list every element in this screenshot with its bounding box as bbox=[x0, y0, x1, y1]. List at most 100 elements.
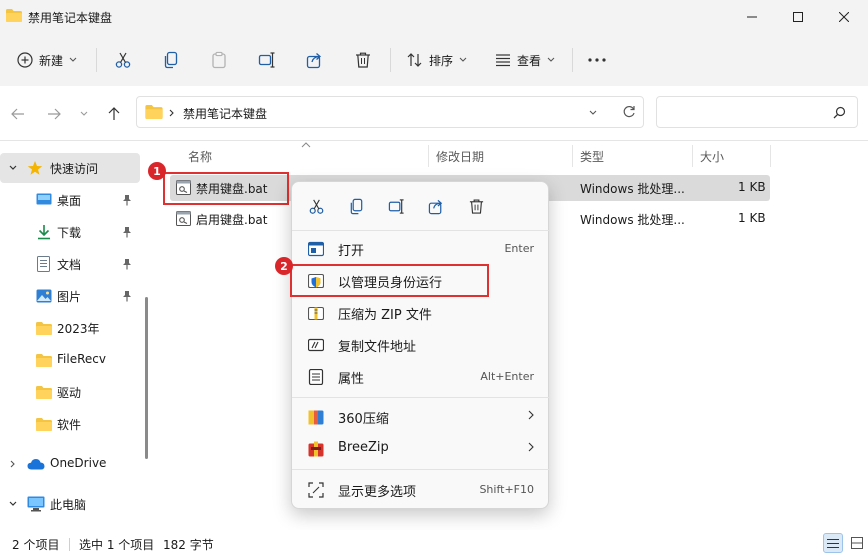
pin-icon bbox=[123, 259, 131, 270]
sidebar-label: 桌面 bbox=[57, 194, 82, 208]
sidebar-item-desktop[interactable]: 桌面 bbox=[0, 185, 140, 215]
sidebar-label: FileRecv bbox=[57, 352, 106, 366]
context-delete-button[interactable] bbox=[464, 194, 488, 218]
chevron-down-icon[interactable] bbox=[589, 110, 597, 116]
column-name-label: 名称 bbox=[188, 149, 213, 164]
menu-item-copy-path[interactable]: 复制文件地址 bbox=[296, 330, 546, 360]
sidebar-item-downloads[interactable]: 下载 bbox=[0, 217, 140, 247]
chevron-down-icon bbox=[459, 57, 467, 62]
sort-button[interactable]: 排序 bbox=[402, 44, 472, 76]
context-cut-button[interactable] bbox=[304, 194, 328, 218]
column-divider[interactable] bbox=[770, 145, 771, 167]
pin-icon bbox=[123, 227, 131, 238]
copy-button[interactable] bbox=[158, 44, 184, 76]
status-bytes: 182 字节 bbox=[163, 538, 214, 552]
recent-locations-button[interactable] bbox=[74, 104, 94, 124]
sidebar-item-2023[interactable]: 2023年 bbox=[0, 313, 140, 343]
clipboard-icon bbox=[212, 51, 226, 69]
rename-icon bbox=[258, 52, 275, 68]
sidebar-item-quick-access[interactable]: 快速访问 bbox=[0, 153, 140, 183]
new-button[interactable]: 新建 bbox=[14, 44, 80, 76]
sort-icon bbox=[407, 53, 422, 67]
folder-icon bbox=[6, 9, 22, 22]
menu-item-breezip[interactable]: BreeZip bbox=[296, 434, 546, 464]
arrow-right-icon bbox=[48, 108, 61, 120]
column-divider[interactable] bbox=[428, 145, 429, 167]
context-rename-button[interactable] bbox=[384, 194, 408, 218]
column-divider[interactable] bbox=[692, 145, 693, 167]
up-button[interactable] bbox=[104, 104, 124, 124]
maximize-button[interactable] bbox=[775, 0, 821, 34]
sidebar-item-this-pc[interactable]: 此电脑 bbox=[0, 489, 140, 519]
sidebar-item-drivers[interactable]: 驱动 bbox=[0, 377, 140, 407]
zip-folder-icon bbox=[308, 306, 324, 321]
chevron-down-icon[interactable] bbox=[9, 165, 17, 171]
minimize-button[interactable] bbox=[729, 0, 775, 34]
sidebar-item-pictures[interactable]: 图片 bbox=[0, 281, 140, 311]
step-badge: 1 bbox=[148, 162, 166, 180]
details-view-icon bbox=[827, 538, 839, 548]
pictures-icon bbox=[36, 289, 52, 303]
view-button[interactable]: 查看 bbox=[490, 44, 560, 76]
context-copy-button[interactable] bbox=[344, 194, 368, 218]
chevron-down-icon bbox=[80, 111, 88, 116]
toolbar-divider bbox=[572, 48, 573, 72]
refresh-icon[interactable] bbox=[622, 105, 636, 119]
column-divider[interactable] bbox=[572, 145, 573, 167]
document-icon bbox=[37, 256, 50, 272]
share-icon bbox=[428, 199, 442, 214]
rename-button[interactable] bbox=[254, 44, 280, 76]
open-window-icon bbox=[308, 241, 324, 257]
arrow-left-icon bbox=[11, 108, 24, 120]
menu-item-compress-zip[interactable]: 压缩为 ZIP 文件 bbox=[296, 298, 546, 328]
menu-item-open[interactable]: 打开 Enter bbox=[296, 234, 546, 264]
navigation-pane: 快速访问 桌面 下载 文档 图片 2023年 FileRecv 驱动 软件 On… bbox=[0, 142, 150, 530]
sidebar-item-documents[interactable]: 文档 bbox=[0, 249, 140, 279]
pin-icon bbox=[123, 291, 131, 302]
column-header-type[interactable]: 类型 bbox=[580, 142, 604, 170]
menu-item-show-more-options[interactable]: 显示更多选项 Shift+F10 bbox=[296, 475, 546, 505]
sidebar-item-software[interactable]: 软件 bbox=[0, 409, 140, 439]
sidebar-item-filerecv[interactable]: FileRecv bbox=[0, 345, 140, 375]
more-button[interactable] bbox=[584, 44, 610, 76]
back-button[interactable] bbox=[8, 104, 28, 124]
cut-button[interactable] bbox=[110, 44, 136, 76]
sidebar-item-onedrive[interactable]: OneDrive bbox=[0, 449, 140, 479]
forward-button[interactable] bbox=[44, 104, 64, 124]
archive-360-icon bbox=[308, 410, 324, 425]
chevron-down-icon bbox=[69, 57, 77, 62]
column-header-size[interactable]: 大小 bbox=[700, 142, 724, 170]
chevron-right-icon[interactable] bbox=[10, 460, 16, 468]
sort-ascending-icon bbox=[301, 142, 311, 148]
column-header-name[interactable]: 名称 bbox=[188, 142, 212, 170]
close-button[interactable] bbox=[821, 0, 867, 34]
menu-divider bbox=[292, 230, 550, 231]
menu-item-properties[interactable]: 属性 Alt+Enter bbox=[296, 362, 546, 392]
copy-path-icon bbox=[308, 338, 324, 352]
command-bar: 新建 排序 查看 bbox=[0, 34, 868, 86]
address-path[interactable]: 禁用笔记本键盘 bbox=[183, 105, 267, 122]
file-type: Windows 批处理... bbox=[580, 182, 685, 196]
search-box[interactable] bbox=[656, 96, 858, 128]
context-quick-actions bbox=[292, 182, 550, 230]
delete-button[interactable] bbox=[350, 44, 376, 76]
tiles-view-button[interactable] bbox=[847, 533, 867, 553]
sidebar-scrollbar[interactable] bbox=[145, 297, 148, 459]
expand-icon bbox=[308, 482, 324, 498]
breezip-icon bbox=[308, 441, 324, 457]
menu-item-360zip[interactable]: 360压缩 bbox=[296, 402, 546, 432]
details-view-button[interactable] bbox=[823, 533, 843, 553]
cloud-icon bbox=[27, 459, 45, 470]
sidebar-label: 此电脑 bbox=[50, 498, 87, 512]
chevron-down-icon bbox=[547, 57, 555, 62]
search-icon bbox=[833, 106, 846, 119]
column-header-modified[interactable]: 修改日期 bbox=[436, 142, 484, 170]
address-bar[interactable]: 禁用笔记本键盘 bbox=[136, 96, 644, 128]
chevron-down-icon[interactable] bbox=[9, 501, 17, 507]
status-divider bbox=[69, 538, 70, 551]
copy-icon bbox=[350, 198, 362, 214]
menu-shortcut: Alt+Enter bbox=[480, 370, 534, 383]
paste-button[interactable] bbox=[206, 44, 232, 76]
context-share-button[interactable] bbox=[424, 194, 448, 218]
share-button[interactable] bbox=[302, 44, 328, 76]
